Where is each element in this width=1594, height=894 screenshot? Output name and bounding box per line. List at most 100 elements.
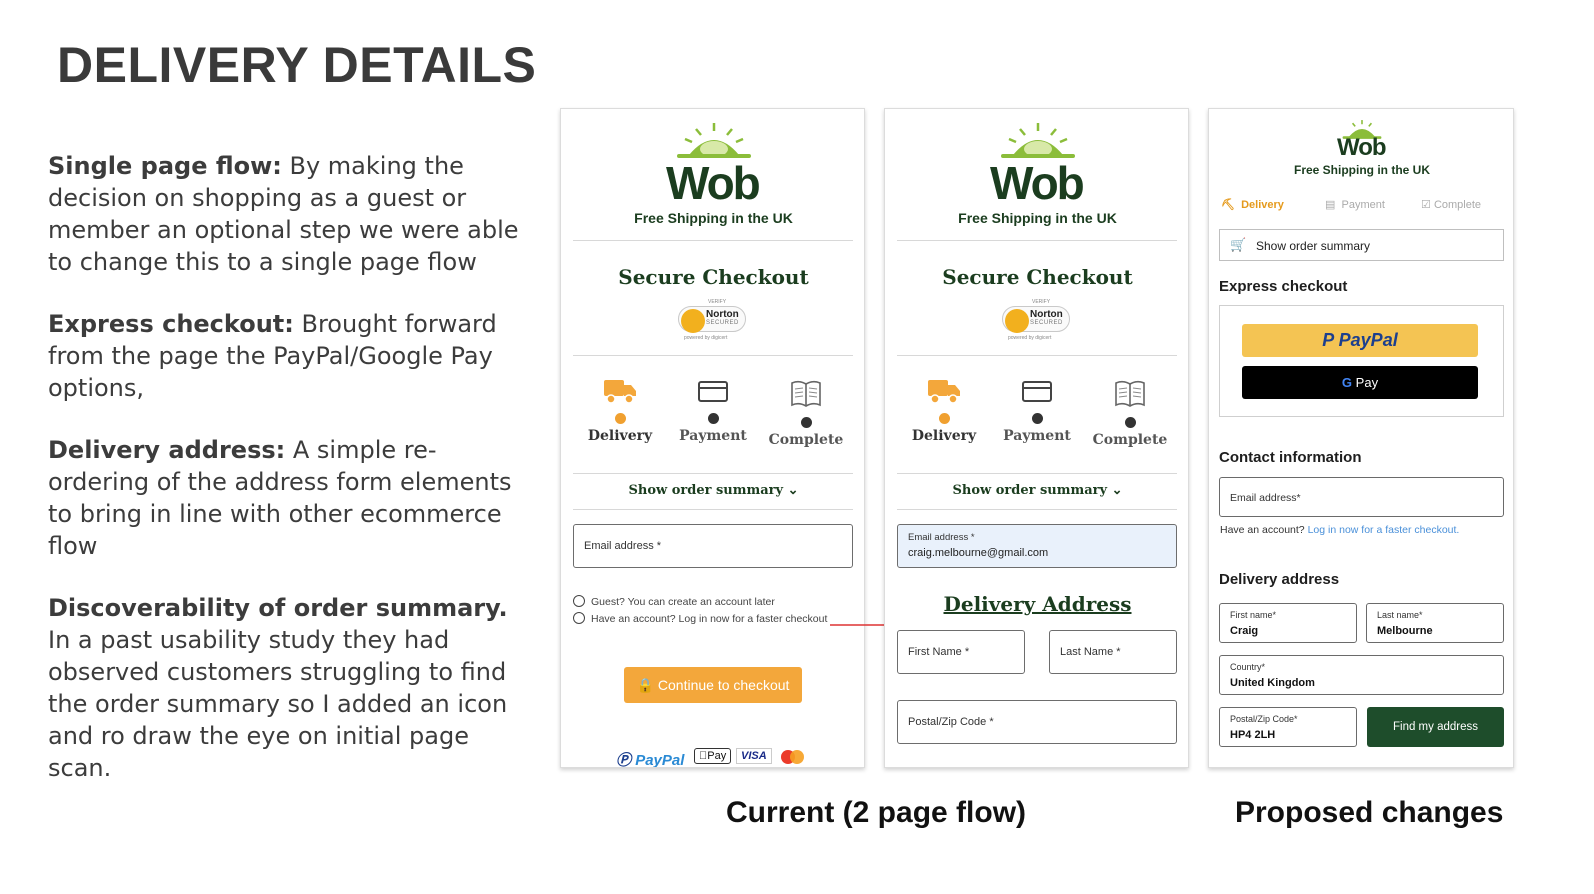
account-prompt-text: Have an account? xyxy=(1220,524,1305,536)
check-icon xyxy=(681,309,705,333)
country-field[interactable]: Country* United Kingdom xyxy=(1219,655,1504,695)
email-field[interactable]: Email address * xyxy=(573,524,853,568)
google-g-icon: G xyxy=(1341,375,1353,390)
paypal-button[interactable]: P PayPal xyxy=(1242,324,1478,357)
first-name-value: Craig xyxy=(1230,625,1259,637)
wob-logo: Wob xyxy=(666,157,761,209)
divider xyxy=(897,355,1177,356)
apple-pay-text: Pay xyxy=(699,750,726,762)
step-label: Payment xyxy=(1003,428,1071,444)
paypal-label: PayPal xyxy=(1338,330,1398,350)
truck-icon: ⛏ xyxy=(1221,199,1235,211)
truck-icon xyxy=(928,380,960,404)
postal-code-field[interactable]: Postal/Zip Code* HP4 2LH xyxy=(1219,707,1357,747)
tagline: Free Shipping in the UK xyxy=(1293,163,1430,177)
last-name-field[interactable]: Last name* Melbourne xyxy=(1366,603,1504,643)
norton-name: Norton xyxy=(706,309,739,320)
radio-account[interactable]: Have an account? Log in now for a faster… xyxy=(573,612,827,625)
check-icon xyxy=(1005,309,1029,333)
gpay-label: Pay xyxy=(1355,375,1379,390)
caption-proposed: Proposed changes xyxy=(1235,796,1504,829)
login-link[interactable]: Log in now for a faster checkout. xyxy=(1308,524,1460,536)
paypal-logo: Ⓟ PayPal xyxy=(616,752,685,768)
email-field[interactable]: Email address* xyxy=(1219,477,1504,517)
postal-code-label: Postal/Zip Code * xyxy=(908,716,994,728)
truck-icon xyxy=(604,380,636,404)
step-indicator xyxy=(707,413,719,424)
email-field[interactable]: Email address * craig.melbourne@gmail.co… xyxy=(897,524,1177,568)
secure-checkout-heading: Secure Checkout xyxy=(618,265,809,289)
apple-pay-logo: Pay xyxy=(694,748,732,764)
continue-to-checkout-button[interactable]: 🔒 Continue to checkout xyxy=(624,667,802,703)
mastercard-logo xyxy=(781,750,805,764)
postal-code-field[interactable]: Postal/Zip Code * xyxy=(897,700,1177,744)
step-label: Payment xyxy=(679,428,747,444)
contact-information-heading: Contact information xyxy=(1219,449,1362,466)
radio-button[interactable] xyxy=(573,595,585,607)
caption-current: Current (2 page flow) xyxy=(726,796,1027,829)
divider xyxy=(573,473,853,474)
wob-logo: Wob xyxy=(1337,134,1387,161)
show-order-summary-button[interactable]: 🛒 Show order summary xyxy=(1219,229,1504,261)
tagline: Free Shipping in the UK xyxy=(958,210,1117,226)
norton-powered: powered by digicert xyxy=(684,335,728,341)
email-value: craig.melbourne@gmail.com xyxy=(908,547,1049,559)
cta-label: Continue to checkout xyxy=(657,677,790,693)
note-delivery-address: Delivery address: A simple re-ordering o… xyxy=(48,434,520,562)
book-icon xyxy=(1115,380,1145,407)
note-heading: Express checkout: xyxy=(48,310,294,338)
tab-complete[interactable]: ☑ Complete xyxy=(1421,198,1481,211)
current-checkout-screen-1: Wob Free Shipping in the UK Secure Check… xyxy=(560,108,865,768)
step-indicator xyxy=(1031,413,1043,424)
proposed-checkout-screen: Wob Free Shipping in the UK ⛏ Delivery ▤… xyxy=(1208,108,1514,768)
step-payment: Payment xyxy=(668,377,758,444)
first-name-label: First name* xyxy=(1230,610,1277,620)
note-express: Express checkout: Brought forward from t… xyxy=(48,308,520,404)
norton-name: Norton xyxy=(1030,309,1063,320)
show-order-summary-toggle[interactable]: Show order summary ⌄ xyxy=(885,483,1188,498)
radio-guest[interactable]: Guest? You can create an account later xyxy=(573,595,775,608)
first-name-label: First Name * xyxy=(908,646,970,658)
book-icon xyxy=(791,380,821,407)
card-icon xyxy=(698,381,728,402)
tab-label: Complete xyxy=(1433,199,1482,211)
step-delivery: Delivery xyxy=(575,377,665,444)
visa-logo: VISA xyxy=(736,748,772,764)
first-name-field[interactable]: First Name * xyxy=(897,630,1025,674)
tab-payment[interactable]: ▤ Payment xyxy=(1325,198,1385,211)
paypal-text: PayPal xyxy=(635,752,685,768)
basket-icon: 🛒 xyxy=(1230,237,1247,252)
step-label: Complete xyxy=(768,432,844,448)
note-heading: Delivery address: xyxy=(48,436,286,464)
last-name-field[interactable]: Last Name * xyxy=(1049,630,1177,674)
radio-button[interactable] xyxy=(573,612,585,624)
divider xyxy=(897,240,1177,241)
find-my-address-button[interactable]: Find my address xyxy=(1367,707,1504,747)
step-delivery: Delivery xyxy=(899,377,989,444)
divider xyxy=(897,509,1177,510)
step-label: Delivery xyxy=(911,428,977,444)
delivery-address-heading: Delivery address xyxy=(1219,571,1340,588)
note-heading: Single page flow: xyxy=(48,152,282,180)
step-indicator xyxy=(614,413,626,424)
first-name-field[interactable]: First name* Craig xyxy=(1219,603,1357,643)
norton-verify-text: VERIFY xyxy=(1032,299,1051,305)
last-name-value: Melbourne xyxy=(1377,625,1433,637)
divider xyxy=(573,355,853,356)
note-body: In a past usability study they had obser… xyxy=(48,626,508,782)
note-order-summary: Discoverability of order summary. In a p… xyxy=(48,592,520,784)
step-indicator xyxy=(938,413,950,424)
tab-delivery[interactable]: ⛏ Delivery xyxy=(1221,198,1284,211)
step-label: Delivery xyxy=(587,428,653,444)
google-pay-button[interactable]: G Pay xyxy=(1242,366,1478,399)
country-label: Country* xyxy=(1230,662,1266,672)
norton-verify-text: VERIFY xyxy=(708,299,727,305)
show-order-summary-toggle[interactable]: Show order summary ⌄ xyxy=(561,483,864,498)
checkbox-icon: ☑ xyxy=(1421,199,1431,211)
note-heading: Discoverability of order summary. xyxy=(48,594,508,622)
tagline: Free Shipping in the UK xyxy=(634,210,793,226)
radio-label: Have an account? Log in now for a faster… xyxy=(591,613,828,625)
step-complete: Complete xyxy=(1085,377,1175,448)
summary-label: Show order summary xyxy=(628,483,784,498)
divider xyxy=(573,509,853,510)
